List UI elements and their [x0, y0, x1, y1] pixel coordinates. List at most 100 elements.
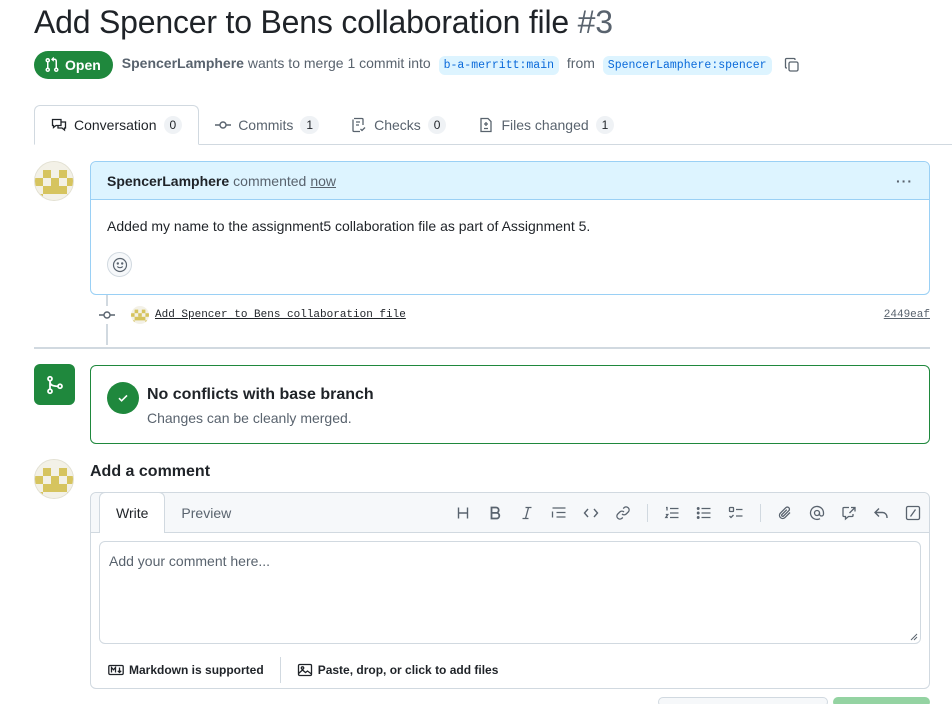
markdown-toolbar	[447, 493, 929, 533]
comment-author[interactable]: SpencerLamphere	[107, 173, 229, 189]
tab-conversation[interactable]: Conversation 0	[34, 105, 200, 145]
base-branch[interactable]: b-a-merritt:main	[438, 56, 560, 75]
markdown-note: Markdown is supported	[129, 663, 264, 677]
add-reaction-button[interactable]	[107, 252, 132, 277]
quote-icon	[551, 507, 566, 518]
tab-label: Checks	[374, 117, 421, 133]
italic-button[interactable]	[511, 499, 543, 527]
tab-label: Conversation	[74, 117, 157, 133]
identicon-icon	[35, 460, 73, 498]
tab-count: 1	[300, 116, 320, 134]
smiley-icon	[112, 257, 127, 272]
from-text: from	[566, 55, 595, 71]
pr-number: #3	[577, 4, 613, 40]
attach-note: Paste, drop, or click to add files	[317, 663, 499, 677]
pr-author-link[interactable]: SpencerLamphere	[122, 55, 244, 71]
slash-commands-button[interactable]	[897, 499, 929, 527]
cross-reference-icon	[842, 506, 856, 521]
markdown-icon	[108, 664, 124, 676]
tab-count: 0	[427, 116, 447, 134]
attach-button[interactable]	[769, 499, 801, 527]
footer-divider	[279, 657, 281, 683]
head-branch[interactable]: SpencerLamphere:spencer	[602, 56, 772, 75]
git-commit-icon	[98, 306, 116, 324]
bold-button[interactable]	[479, 499, 511, 527]
merge-status-subtitle: Changes can be cleanly merged.	[147, 410, 352, 426]
list-ordered-icon	[664, 506, 679, 519]
comment-box: SpencerLamphere commented now ··· Added …	[90, 161, 930, 295]
commit-message-link[interactable]: Add Spencer to Bens collaboration file	[155, 309, 406, 321]
pr-state-label: Open	[65, 57, 101, 73]
comment-options-button[interactable]: ···	[896, 173, 913, 189]
reference-button[interactable]	[833, 499, 865, 527]
tab-commits[interactable]: Commits 1	[199, 105, 335, 145]
slash-icon	[905, 505, 921, 521]
image-icon	[297, 663, 312, 677]
git-merge-icon	[46, 375, 63, 394]
pr-action-text: wants to merge 1 commit into	[247, 55, 431, 71]
comment-body: Added my name to the assignment5 collabo…	[107, 218, 591, 234]
list-unordered-icon	[696, 507, 711, 519]
commit-sha-link[interactable]: 2449eaf	[884, 309, 930, 321]
tasklist-icon	[728, 506, 743, 519]
check-circle-icon	[107, 382, 139, 414]
pr-title-text: Add Spencer to Bens collaboration file	[34, 4, 569, 40]
attach-files-button[interactable]: Paste, drop, or click to add files	[297, 662, 499, 678]
toolbar-divider	[760, 504, 761, 522]
saved-reply-button[interactable]	[865, 499, 897, 527]
comment-textarea[interactable]: Add your comment here...	[99, 541, 921, 644]
comment-verb: commented	[233, 172, 307, 189]
pr-merge-description: SpencerLamphere wants to merge 1 commit …	[122, 55, 776, 75]
editor-tabs: Write Preview	[91, 492, 929, 533]
heading-icon	[457, 507, 469, 519]
copy-branch-button[interactable]	[784, 57, 800, 73]
close-pull-request-button[interactable]	[658, 697, 828, 704]
git-pull-request-icon	[45, 57, 59, 72]
bold-icon	[490, 506, 501, 520]
toolbar-divider	[647, 504, 648, 522]
tab-preview[interactable]: Preview	[165, 493, 247, 533]
checklist-icon	[352, 117, 366, 133]
tab-files-changed[interactable]: Files changed 1	[462, 105, 630, 145]
pr-state-badge: Open	[34, 51, 113, 79]
file-diff-icon	[480, 117, 493, 133]
pr-meta: Open SpencerLamphere wants to merge 1 co…	[34, 51, 800, 79]
resize-handle-icon[interactable]	[910, 633, 918, 641]
comment-placeholder: Add your comment here...	[109, 553, 271, 569]
merge-status-title: No conflicts with base branch	[147, 386, 374, 403]
link-icon	[616, 506, 630, 520]
avatar[interactable]	[34, 161, 74, 201]
link-button[interactable]	[607, 499, 639, 527]
pr-tabs: Conversation 0 Commits 1 Checks 0 Files …	[34, 105, 630, 145]
pr-title: Add Spencer to Bens collaboration file #…	[34, 4, 613, 41]
markdown-supported-link[interactable]: Markdown is supported	[108, 662, 264, 678]
git-commit-icon	[215, 121, 232, 129]
merge-status-icon	[34, 364, 75, 405]
copy-icon	[784, 57, 799, 72]
code-button[interactable]	[575, 499, 607, 527]
editor-footer: Markdown is supported Paste, drop, or cl…	[91, 652, 929, 688]
italic-icon	[522, 506, 532, 520]
ordered-list-button[interactable]	[656, 499, 688, 527]
tab-count: 0	[163, 116, 183, 134]
current-user-avatar[interactable]	[34, 459, 74, 499]
paperclip-icon	[778, 506, 791, 520]
heading-button[interactable]	[447, 499, 479, 527]
add-comment-heading: Add a comment	[90, 463, 211, 480]
comment-timestamp[interactable]: now	[310, 173, 336, 189]
mention-icon	[809, 505, 825, 521]
tab-count: 1	[595, 116, 615, 134]
commit-author-avatar[interactable]	[131, 306, 149, 324]
unordered-list-button[interactable]	[688, 499, 720, 527]
comment-discussion-icon	[51, 118, 67, 132]
tab-label: Files changed	[501, 117, 589, 133]
comment-editor: Write Preview Add your comment here... M…	[90, 492, 930, 689]
tab-checks[interactable]: Checks 0	[335, 105, 462, 145]
comment-submit-button[interactable]	[833, 697, 930, 704]
quote-button[interactable]	[543, 499, 575, 527]
tab-write[interactable]: Write	[99, 492, 166, 533]
timeline-divider	[34, 347, 930, 349]
task-list-button[interactable]	[720, 499, 752, 527]
mention-button[interactable]	[801, 499, 833, 527]
timeline-commit: Add Spencer to Bens collaboration file 2…	[98, 304, 930, 326]
